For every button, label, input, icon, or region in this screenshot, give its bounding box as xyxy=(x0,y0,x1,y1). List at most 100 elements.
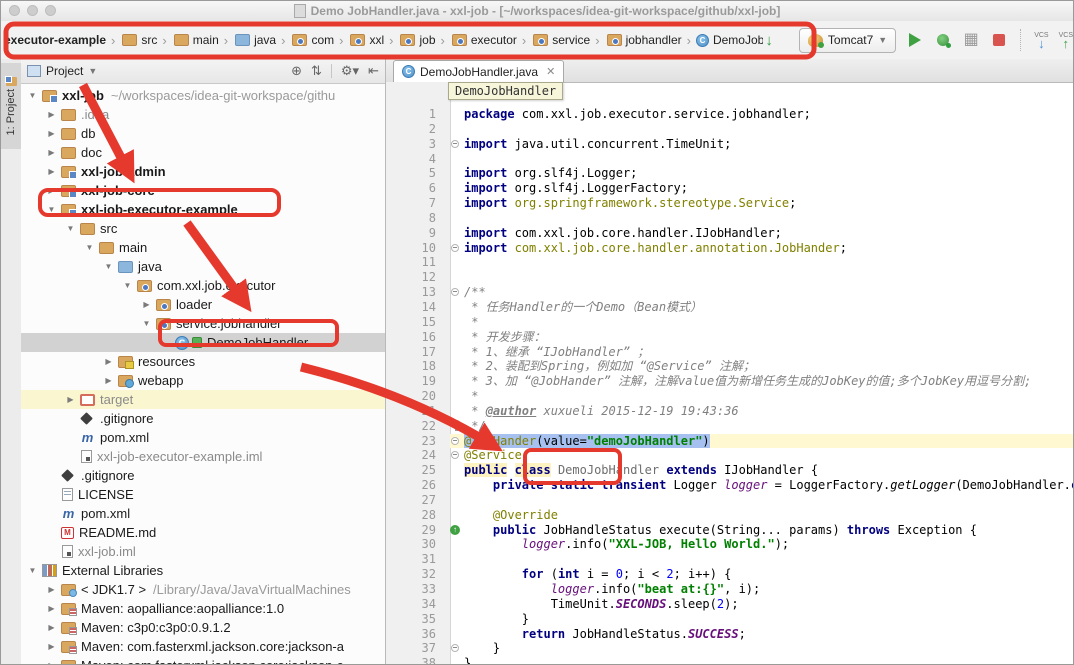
close-tab-icon[interactable]: ✕ xyxy=(546,65,555,78)
tree-toggle-icon[interactable]: ▼ xyxy=(82,243,97,252)
tree-row-pom-xml[interactable]: mpom.xml xyxy=(21,428,385,447)
vcs-update-button[interactable]: VCS↓ xyxy=(1034,32,1048,48)
navigate-down-icon[interactable]: ↓ xyxy=(765,32,773,49)
minimize-window-icon[interactable] xyxy=(27,5,38,16)
code-line-20: 20 * xyxy=(386,389,1074,404)
breadcrumb-item-job[interactable]: job xyxy=(397,33,436,47)
tree-toggle-icon[interactable]: ▶ xyxy=(44,642,59,651)
tree-toggle-icon[interactable]: ▶ xyxy=(44,167,59,176)
tree-toggle-icon[interactable]: ▶ xyxy=(44,110,59,119)
breadcrumb-item-src[interactable]: src xyxy=(119,33,158,47)
exclfolder-icon xyxy=(80,394,95,406)
readme-icon: M xyxy=(61,527,74,539)
tree-row--jdk1-7-[interactable]: ▶< JDK1.7 >/Library/Java/JavaVirtualMach… xyxy=(21,580,385,599)
intention-bulb-icon[interactable] xyxy=(452,420,461,429)
tree-toggle-icon[interactable]: ▶ xyxy=(101,376,116,385)
tree-row-xxl-job[interactable]: ▼xxl-job~/workspaces/idea-git-workspace/… xyxy=(21,86,385,105)
locate-icon[interactable]: ⊕ xyxy=(291,63,302,79)
tree-toggle-icon[interactable]: ▶ xyxy=(139,300,154,309)
fold-toggle-icon[interactable] xyxy=(451,437,459,445)
run-configuration-select[interactable]: Tomcat7 ▼ xyxy=(799,28,896,53)
tree-row--idea[interactable]: ▶.idea xyxy=(21,105,385,124)
tree-row-db[interactable]: ▶db xyxy=(21,124,385,143)
tree-toggle-icon[interactable]: ▼ xyxy=(63,224,78,233)
tree-toggle-icon[interactable]: ▶ xyxy=(44,148,59,157)
window-controls[interactable] xyxy=(9,5,56,16)
tree-toggle-icon[interactable]: ▶ xyxy=(44,604,59,613)
stop-button[interactable] xyxy=(990,31,1008,49)
tree-row-com-xxl-job-executor[interactable]: ▼com.xxl.job.executor xyxy=(21,276,385,295)
tree-row-label: pom.xml xyxy=(81,506,130,521)
tree-row-license[interactable]: LICENSE xyxy=(21,485,385,504)
scroll-from-source-icon[interactable]: ⇅ xyxy=(311,63,322,79)
tree-toggle-icon[interactable]: ▼ xyxy=(44,205,59,214)
project-panel-title[interactable]: Project ▼ xyxy=(27,64,291,78)
tree-toggle-icon[interactable]: ▶ xyxy=(63,395,78,404)
tree-row-webapp[interactable]: ▶webapp xyxy=(21,371,385,390)
tree-row-main[interactable]: ▼main xyxy=(21,238,385,257)
project-tree[interactable]: ▼xxl-job~/workspaces/idea-git-workspace/… xyxy=(21,84,385,665)
close-window-icon[interactable] xyxy=(9,5,20,16)
fold-column xyxy=(450,493,464,508)
tree-row-doc[interactable]: ▶doc xyxy=(21,143,385,162)
breadcrumb-item-demojobhandler[interactable]: CDemoJobHandler xyxy=(695,33,763,47)
tree-row-java[interactable]: ▼java xyxy=(21,257,385,276)
tree-row-demojobhandler[interactable]: CDemoJobHandler xyxy=(21,333,385,352)
tree-row-maven-com-fasterxml-jackson-core-jackson-a[interactable]: ▶Maven: com.fasterxml.jackson.core:jacks… xyxy=(21,637,385,656)
settings-gear-icon[interactable]: ⚙▾ xyxy=(341,63,359,79)
tree-row-readme-md[interactable]: MREADME.md xyxy=(21,523,385,542)
fold-toggle-icon[interactable] xyxy=(451,644,459,652)
breadcrumb-item-jobhandler[interactable]: jobhandler xyxy=(604,33,683,47)
tree-toggle-icon[interactable]: ▼ xyxy=(101,262,116,271)
tree-toggle-icon[interactable]: ▶ xyxy=(44,661,59,665)
tree-row-resources[interactable]: ▶resources xyxy=(21,352,385,371)
tree-row-xxl-job-admin[interactable]: ▶xxl-job-admin xyxy=(21,162,385,181)
breadcrumb-item-java[interactable]: java xyxy=(232,33,277,47)
tree-row-xxl-job-executor-example[interactable]: ▼xxl-job-executor-example xyxy=(21,200,385,219)
tree-row--gitignore[interactable]: .gitignore xyxy=(21,466,385,485)
collapse-all-icon[interactable]: ⇤ xyxy=(368,63,379,79)
tree-row-maven-com-fasterxml-jackson-core-jackson-c[interactable]: ▶Maven: com.fasterxml.jackson.core:jacks… xyxy=(21,656,385,665)
fold-toggle-icon[interactable] xyxy=(451,451,459,459)
tree-row-maven-aopalliance-aopalliance-1-0[interactable]: ▶Maven: aopalliance:aopalliance:1.0 xyxy=(21,599,385,618)
coverage-button[interactable]: ▦ xyxy=(962,31,980,49)
tree-row-service-jobhandler[interactable]: ▼service.jobhandler xyxy=(21,314,385,333)
tree-row-xxl-job-executor-example-iml[interactable]: xxl-job-executor-example.iml xyxy=(21,447,385,466)
breadcrumb-item-main[interactable]: main xyxy=(171,33,220,47)
breadcrumb-item-xxl[interactable]: xxl xyxy=(347,33,385,47)
tree-toggle-icon[interactable]: ▶ xyxy=(44,129,59,138)
tree-row-loader[interactable]: ▶loader xyxy=(21,295,385,314)
run-button[interactable] xyxy=(906,31,924,49)
tree-toggle-icon[interactable]: ▶ xyxy=(101,357,116,366)
tree-toggle-icon[interactable]: ▼ xyxy=(120,281,135,290)
tree-toggle-icon[interactable]: ▼ xyxy=(25,566,40,575)
breadcrumb-item-service[interactable]: service xyxy=(530,33,591,47)
tree-row-maven-c3p0-c3p0-0-9-1-2[interactable]: ▶Maven: c3p0:c3p0:0.9.1.2 xyxy=(21,618,385,637)
tree-row-external-libraries[interactable]: ▼External Libraries xyxy=(21,561,385,580)
tree-toggle-icon[interactable]: ▶ xyxy=(44,186,59,195)
breadcrumb-item-executor[interactable]: executor xyxy=(449,33,518,47)
tree-toggle-icon[interactable]: ▼ xyxy=(25,91,40,100)
tree-row--gitignore[interactable]: .gitignore xyxy=(21,409,385,428)
tree-toggle-icon[interactable]: ▶ xyxy=(44,585,59,594)
fold-toggle-icon[interactable] xyxy=(451,244,459,252)
override-method-icon[interactable]: ↑ xyxy=(450,525,460,535)
breadcrumb-item-executor-example[interactable]: executor-example xyxy=(3,33,107,47)
project-tool-window-tab[interactable]: 1: Project xyxy=(1,63,21,149)
fold-toggle-icon[interactable] xyxy=(451,140,459,148)
zoom-window-icon[interactable] xyxy=(45,5,56,16)
tree-row-pom-xml[interactable]: mpom.xml xyxy=(21,504,385,523)
breadcrumb-item-com[interactable]: com xyxy=(289,33,335,47)
tree-row-src[interactable]: ▼src xyxy=(21,219,385,238)
code-editor[interactable]: 1package com.xxl.job.executor.service.jo… xyxy=(386,107,1074,665)
tree-row-xxl-job-core[interactable]: ▶xxl-job-core xyxy=(21,181,385,200)
fold-toggle-icon[interactable] xyxy=(451,288,459,296)
debug-button[interactable] xyxy=(934,31,952,49)
tree-toggle-icon[interactable]: ▼ xyxy=(139,319,154,328)
tab-demojobhandler[interactable]: C DemoJobHandler.java ✕ xyxy=(393,60,564,82)
breadcrumb-separator: › xyxy=(687,33,691,48)
tree-toggle-icon[interactable]: ▶ xyxy=(44,623,59,632)
vcs-commit-button[interactable]: VCS↑ xyxy=(1059,32,1073,48)
tree-row-xxl-job-iml[interactable]: xxl-job.iml xyxy=(21,542,385,561)
tree-row-target[interactable]: ▶target xyxy=(21,390,385,409)
